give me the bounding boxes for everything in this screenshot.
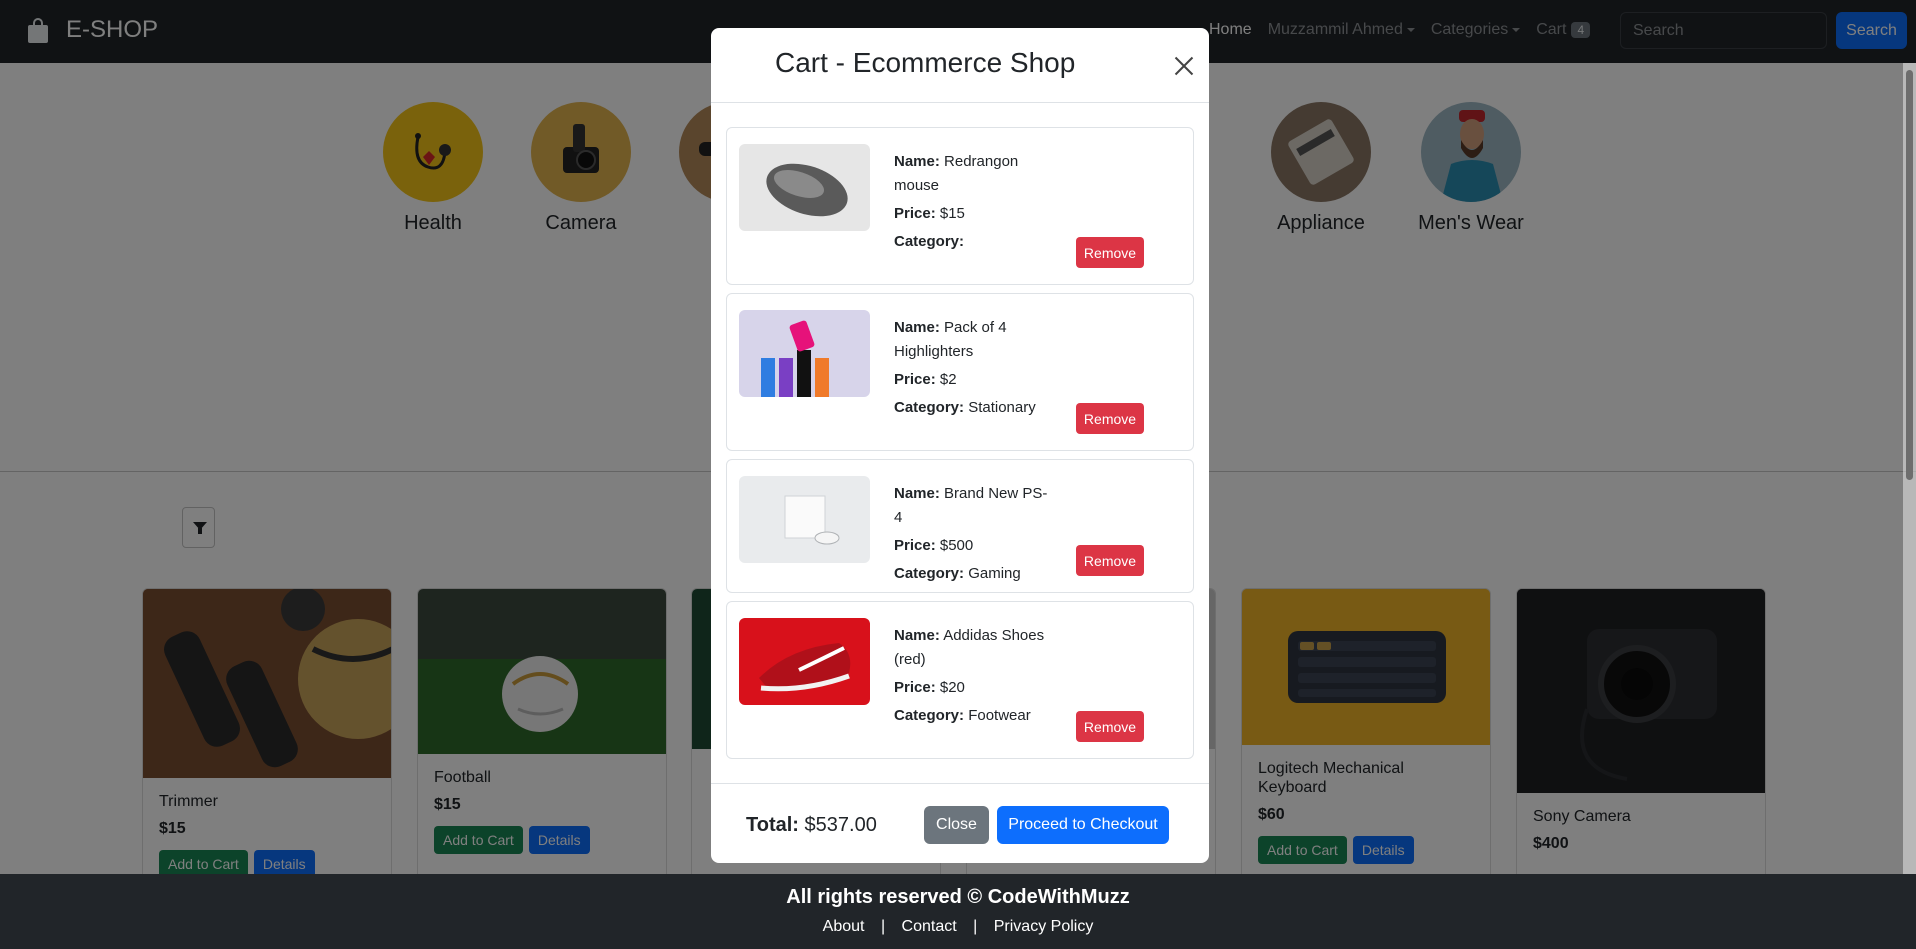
total-value: $537.00 bbox=[804, 814, 877, 836]
close-button[interactable]: Close bbox=[924, 806, 989, 844]
name-label: Name: bbox=[894, 153, 940, 170]
footer-link-about[interactable]: About bbox=[823, 918, 865, 935]
name-label: Name: bbox=[894, 485, 940, 502]
modal-header: Cart - Ecommerce Shop bbox=[711, 28, 1209, 103]
footer-separator: | bbox=[973, 918, 978, 935]
footer-separator: | bbox=[880, 918, 886, 935]
footer-link-contact[interactable]: Contact bbox=[902, 918, 957, 935]
category-label: Category: bbox=[894, 233, 965, 250]
name-label: Name: bbox=[894, 627, 940, 644]
modal-footer: Total: $537.00 Close Proceed to Checkout bbox=[711, 783, 1209, 863]
cart-modal: Cart - Ecommerce Shop Name: Redrangon mo… bbox=[711, 28, 1209, 863]
cart-item-info: Name: Addidas Shoes (red) Price: $20 Cat… bbox=[894, 624, 1049, 732]
price-label: Price: bbox=[894, 679, 936, 696]
remove-button[interactable]: Remove bbox=[1076, 403, 1144, 434]
cart-item: Name: Pack of 4 Highlighters Price: $2 C… bbox=[726, 293, 1194, 451]
footer-links: About | Contact | Privacy Policy bbox=[0, 918, 1916, 936]
copyright-text: All rights reserved © CodeWithMuzz bbox=[786, 886, 1130, 908]
modal-title: Cart - Ecommerce Shop bbox=[775, 47, 1076, 78]
cart-item-price: $15 bbox=[939, 205, 965, 222]
footer-link-privacy[interactable]: Privacy Policy bbox=[994, 918, 1094, 935]
footer: All rights reserved © CodeWithMuzz About… bbox=[0, 874, 1916, 949]
cart-item-image bbox=[739, 310, 870, 397]
cart-item: Name: Addidas Shoes (red) Price: $20 Cat… bbox=[726, 601, 1194, 759]
price-label: Price: bbox=[894, 371, 936, 388]
price-label: Price: bbox=[894, 537, 936, 554]
name-label: Name: bbox=[894, 319, 940, 336]
total-label: Total: bbox=[746, 814, 799, 836]
cart-item-price: $20 bbox=[939, 679, 965, 696]
cart-item-image bbox=[739, 144, 870, 231]
cart-item: Name: Brand New PS-4 Price: $500 Categor… bbox=[726, 459, 1194, 593]
price-label: Price: bbox=[894, 205, 936, 222]
cart-item-category: Stationary bbox=[968, 399, 1036, 416]
cart-item-category: Footwear bbox=[968, 707, 1031, 724]
cart-item-price: $500 bbox=[939, 537, 974, 554]
cart-item-category: Gaming bbox=[968, 565, 1021, 582]
checkout-button[interactable]: Proceed to Checkout bbox=[997, 806, 1169, 844]
scrollbar-thumb[interactable] bbox=[1906, 70, 1913, 480]
category-label: Category: bbox=[894, 399, 965, 416]
cart-item-image bbox=[739, 476, 870, 563]
cart-item-image bbox=[739, 618, 870, 705]
cart-item-info: Name: Pack of 4 Highlighters Price: $2 C… bbox=[894, 316, 1049, 424]
remove-button[interactable]: Remove bbox=[1076, 237, 1144, 268]
remove-button[interactable]: Remove bbox=[1076, 545, 1144, 576]
cart-total: Total: $537.00 bbox=[746, 814, 877, 837]
remove-button[interactable]: Remove bbox=[1076, 711, 1144, 742]
cart-item: Name: Redrangon mouse Price: $15 Categor… bbox=[726, 127, 1194, 285]
cart-item-info: Name: Brand New PS-4 Price: $500 Categor… bbox=[894, 482, 1049, 590]
cart-item-info: Name: Redrangon mouse Price: $15 Categor… bbox=[894, 150, 1049, 258]
category-label: Category: bbox=[894, 707, 965, 724]
category-label: Category: bbox=[894, 565, 965, 582]
close-icon[interactable] bbox=[1173, 55, 1195, 77]
cart-item-price: $2 bbox=[939, 371, 957, 388]
